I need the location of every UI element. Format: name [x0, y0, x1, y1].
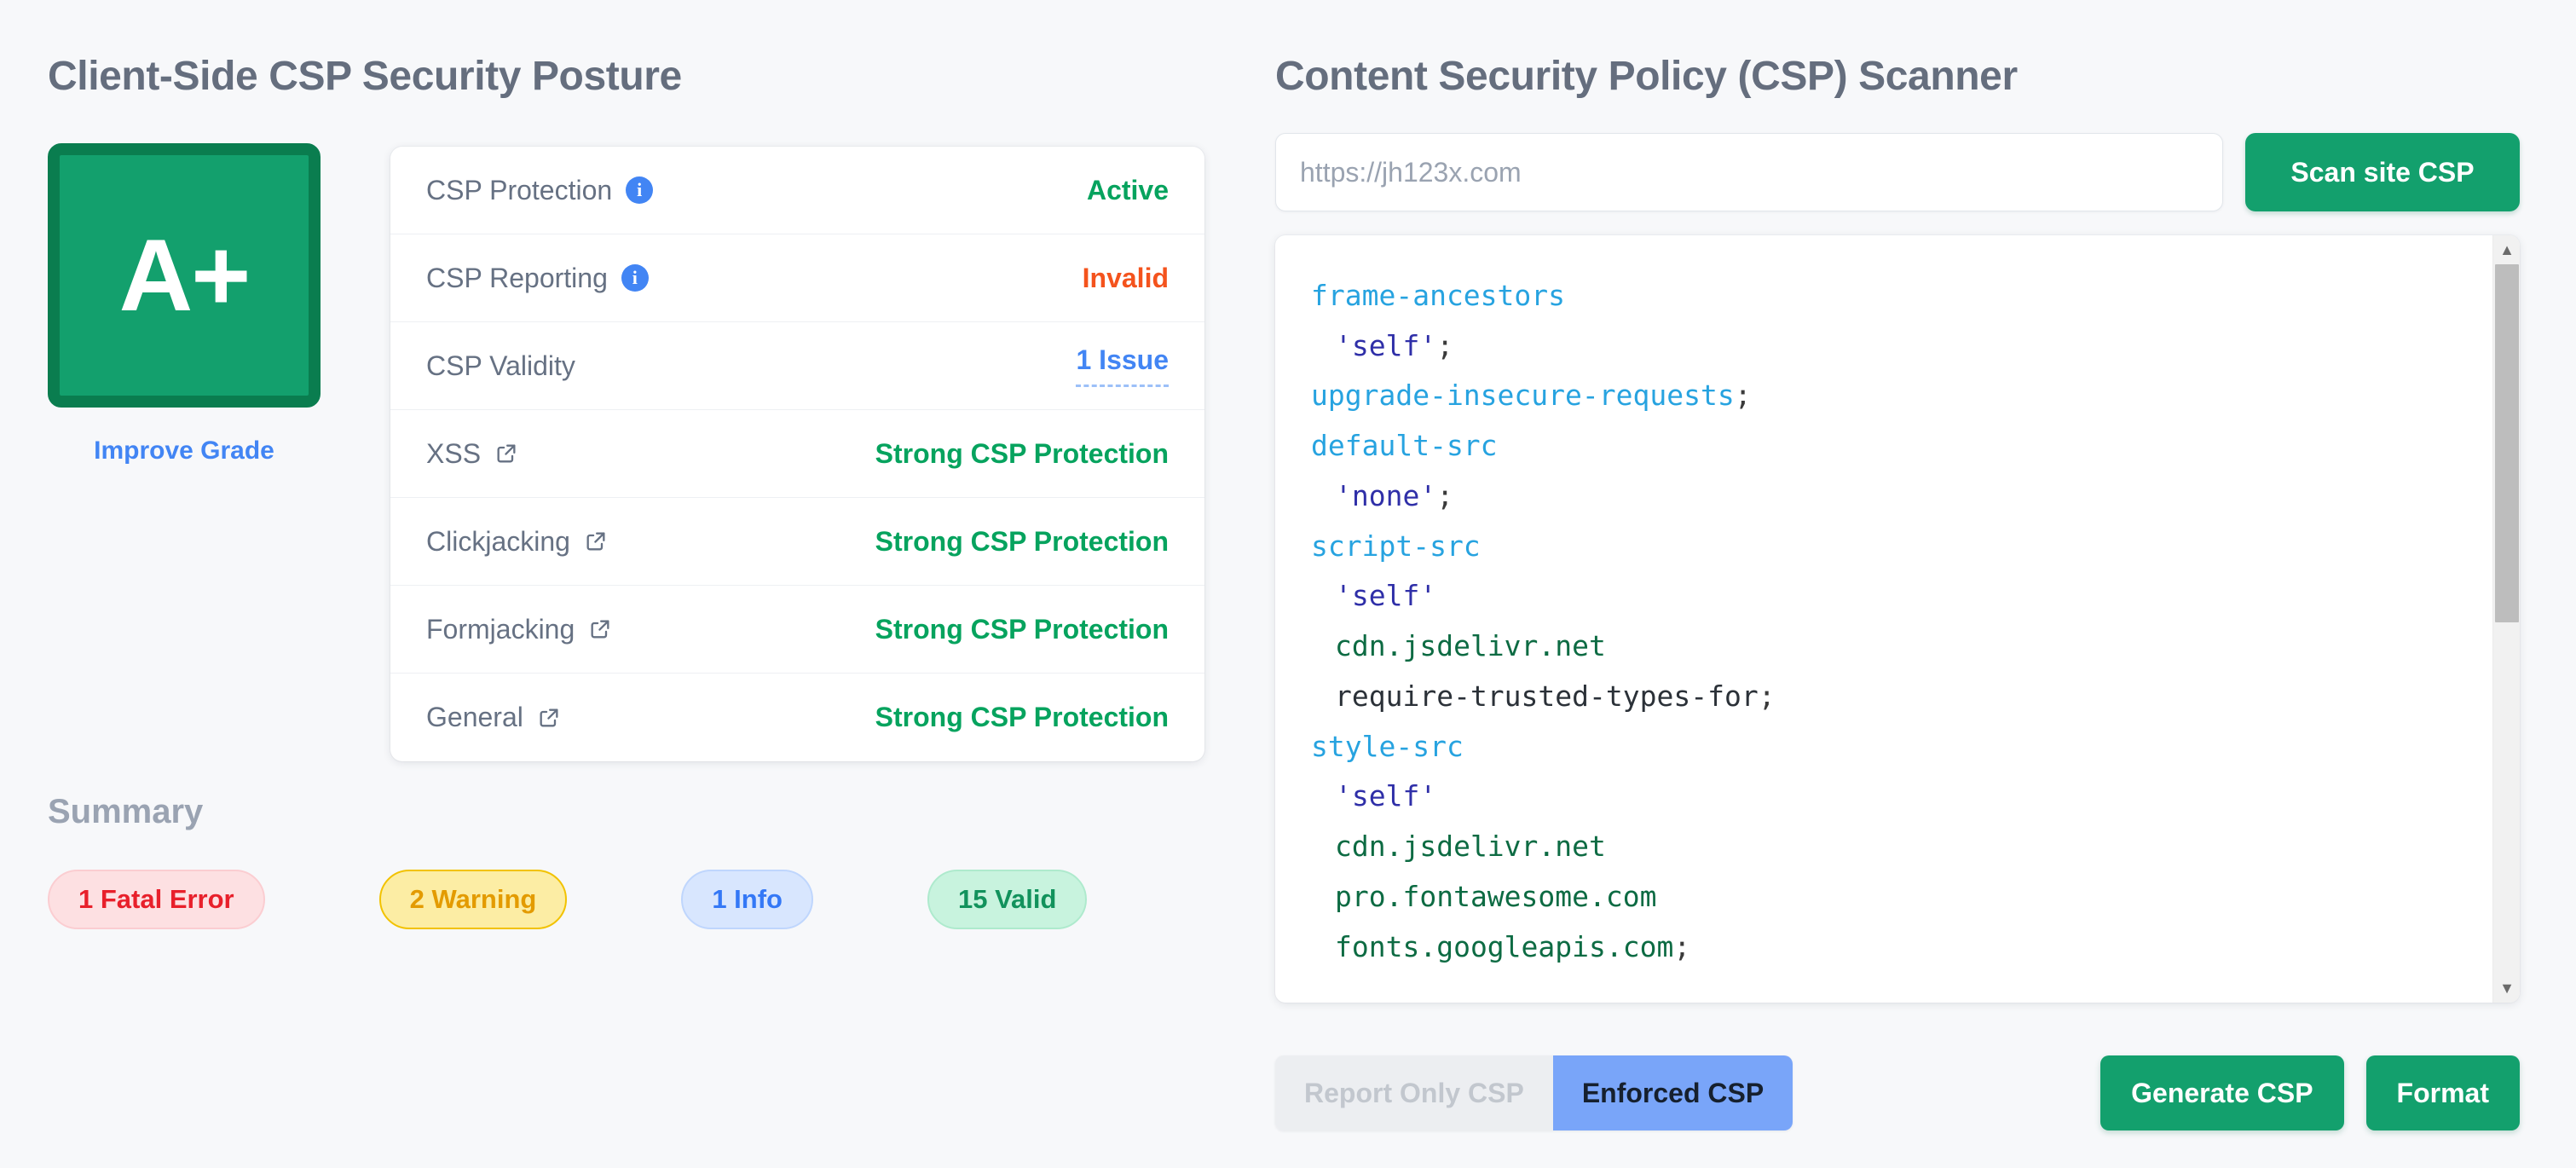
- row-label-wrap: Clickjacking: [426, 526, 608, 558]
- csp-mode-toggle: Report Only CSP Enforced CSP: [1275, 1055, 1793, 1130]
- editor-toolbar: Report Only CSP Enforced CSP Generate CS…: [1275, 1055, 2520, 1130]
- summary-heading: Summary: [48, 793, 204, 830]
- csp-code-line: 'none';: [1311, 471, 2492, 522]
- csp-code-line: script-src: [1311, 522, 2492, 572]
- csp-editor-scrollbar[interactable]: ▲ ▼: [2492, 235, 2520, 1003]
- row-label-wrap: Formjacking: [426, 614, 612, 645]
- scanner-title: Content Security Policy (CSP) Scanner: [1275, 54, 2018, 99]
- scroll-down-arrow-icon[interactable]: ▼: [2493, 975, 2520, 1001]
- posture-row-value: Invalid: [1082, 262, 1169, 293]
- external-link-icon[interactable]: [584, 529, 608, 553]
- posture-row-label: Clickjacking: [426, 525, 570, 557]
- posture-card: CSP Protection i Active CSP Reporting i …: [390, 147, 1204, 761]
- scrollbar-thumb[interactable]: [2495, 264, 2519, 622]
- csp-code-line: require-trusted-types-for;: [1311, 672, 2492, 722]
- csp-token: style-src: [1311, 729, 1464, 763]
- scan-site-csp-button[interactable]: Scan site CSP: [2245, 133, 2520, 211]
- editor-action-buttons: Generate CSP Format: [2100, 1055, 2520, 1130]
- security-posture-panel: Client-Side CSP Security Posture A+ Impr…: [0, 0, 1262, 1168]
- csp-code-line: 'self';: [1311, 321, 2492, 372]
- scroll-up-arrow-icon[interactable]: ▲: [2493, 237, 2520, 263]
- posture-row-label: General: [426, 702, 523, 732]
- row-label-wrap: CSP Validity: [426, 350, 575, 382]
- improve-grade-link[interactable]: Improve Grade: [48, 437, 321, 465]
- external-link-icon[interactable]: [537, 706, 561, 730]
- format-button[interactable]: Format: [2365, 1055, 2520, 1130]
- csp-editor: frame-ancestors'self'; upgrade-insecure-r…: [1275, 235, 2520, 1003]
- csp-scanner-panel: Content Security Policy (CSP) Scanner Sc…: [1262, 0, 2576, 1168]
- posture-row-label: CSP Reporting: [426, 262, 608, 293]
- grade-badge: A+: [48, 143, 321, 408]
- csp-token: fonts.googleapis.com: [1335, 929, 1674, 963]
- grade-section: A+ Improve Grade: [48, 143, 321, 465]
- tab-enforced-csp[interactable]: Enforced CSP: [1552, 1055, 1793, 1130]
- posture-row-xss: XSS Strong CSP Protection: [390, 410, 1204, 498]
- csp-code-line: 'self': [1311, 571, 2492, 622]
- csp-code-line: fonts.googleapis.com;: [1311, 922, 2492, 973]
- csp-token: require-trusted-types-for: [1335, 679, 1759, 713]
- posture-row-clickjacking: Clickjacking Strong CSP Protection: [390, 498, 1204, 586]
- posture-row-label: Formjacking: [426, 613, 575, 645]
- row-label-wrap: General: [426, 702, 561, 733]
- row-label-wrap: CSP Protection i: [426, 174, 654, 206]
- posture-row-label: XSS: [426, 437, 482, 469]
- page-title: Client-Side CSP Security Posture: [48, 54, 682, 99]
- posture-row-label: CSP Validity: [426, 350, 575, 381]
- csp-code-line: pro.fontawesome.com: [1311, 872, 2492, 922]
- csp-scanner-page: Client-Side CSP Security Posture A+ Impr…: [0, 0, 2576, 1168]
- csp-token: ;: [1436, 328, 1454, 362]
- posture-row-value: Strong CSP Protection: [875, 702, 1169, 732]
- csp-token: cdn.jsdelivr.net: [1335, 830, 1606, 864]
- csp-code-line: default-src: [1311, 421, 2492, 471]
- posture-row-csp-reporting: CSP Reporting i Invalid: [390, 234, 1204, 322]
- csp-token: script-src: [1311, 529, 1481, 563]
- status-badge-warning[interactable]: 2 Warning: [378, 870, 568, 929]
- row-label-wrap: XSS: [426, 438, 518, 470]
- csp-code-line: 'self': [1311, 772, 2492, 822]
- csp-token: ;: [1673, 929, 1691, 963]
- csp-token: cdn.jsdelivr.net: [1335, 629, 1606, 663]
- csp-token: ;: [1436, 478, 1454, 512]
- external-link-icon[interactable]: [494, 442, 518, 465]
- csp-token: ;: [1758, 679, 1776, 713]
- generate-csp-button[interactable]: Generate CSP: [2100, 1055, 2344, 1130]
- status-badge-fatal-error[interactable]: 1 Fatal Error: [48, 870, 265, 929]
- url-input[interactable]: [1275, 133, 2223, 211]
- url-scan-row: Scan site CSP: [1275, 133, 2520, 211]
- csp-token: upgrade-insecure-requests: [1311, 379, 1735, 413]
- info-icon[interactable]: i: [621, 264, 649, 292]
- posture-row-value: Strong CSP Protection: [875, 525, 1169, 557]
- info-icon[interactable]: i: [626, 176, 654, 204]
- posture-row-formjacking: Formjacking Strong CSP Protection: [390, 586, 1204, 674]
- summary-badges: 1 Fatal Error 2 Warning 1 Info 15 Valid: [48, 870, 1207, 929]
- csp-token: 'self': [1335, 579, 1437, 613]
- csp-validity-issue-link[interactable]: 1 Issue: [1076, 344, 1169, 387]
- posture-row-csp-protection: CSP Protection i Active: [390, 147, 1204, 234]
- status-badge-valid[interactable]: 15 Valid: [927, 870, 1088, 929]
- posture-row-value: Active: [1086, 174, 1169, 205]
- csp-code-line: cdn.jsdelivr.net: [1311, 622, 2492, 672]
- posture-row-label: CSP Protection: [426, 174, 613, 205]
- csp-token: default-src: [1311, 429, 1498, 463]
- tab-report-only-csp[interactable]: Report Only CSP: [1275, 1055, 1553, 1130]
- posture-row-csp-validity: CSP Validity 1 Issue: [390, 322, 1204, 410]
- posture-row-value: Strong CSP Protection: [875, 437, 1169, 469]
- csp-token: 'self': [1335, 328, 1437, 362]
- posture-row-value: Strong CSP Protection: [875, 613, 1169, 645]
- csp-token: pro.fontawesome.com: [1335, 879, 1657, 913]
- csp-token: 'none': [1335, 478, 1437, 512]
- csp-code-line: upgrade-insecure-requests;: [1311, 371, 2492, 421]
- csp-code-line: cdn.jsdelivr.net: [1311, 822, 2492, 872]
- csp-code-line: style-src: [1311, 722, 2492, 772]
- row-label-wrap: CSP Reporting i: [426, 263, 649, 294]
- external-link-icon[interactable]: [588, 617, 612, 641]
- csp-code-line: frame-ancestors: [1311, 271, 2492, 321]
- csp-token: ;: [1734, 379, 1752, 413]
- csp-token: frame-ancestors: [1311, 279, 1566, 312]
- csp-code-text[interactable]: frame-ancestors'self'; upgrade-insecure-r…: [1275, 235, 2492, 1003]
- status-badge-info[interactable]: 1 Info: [681, 870, 813, 929]
- posture-row-general: General Strong CSP Protection: [390, 674, 1204, 761]
- csp-token: 'self': [1335, 779, 1437, 813]
